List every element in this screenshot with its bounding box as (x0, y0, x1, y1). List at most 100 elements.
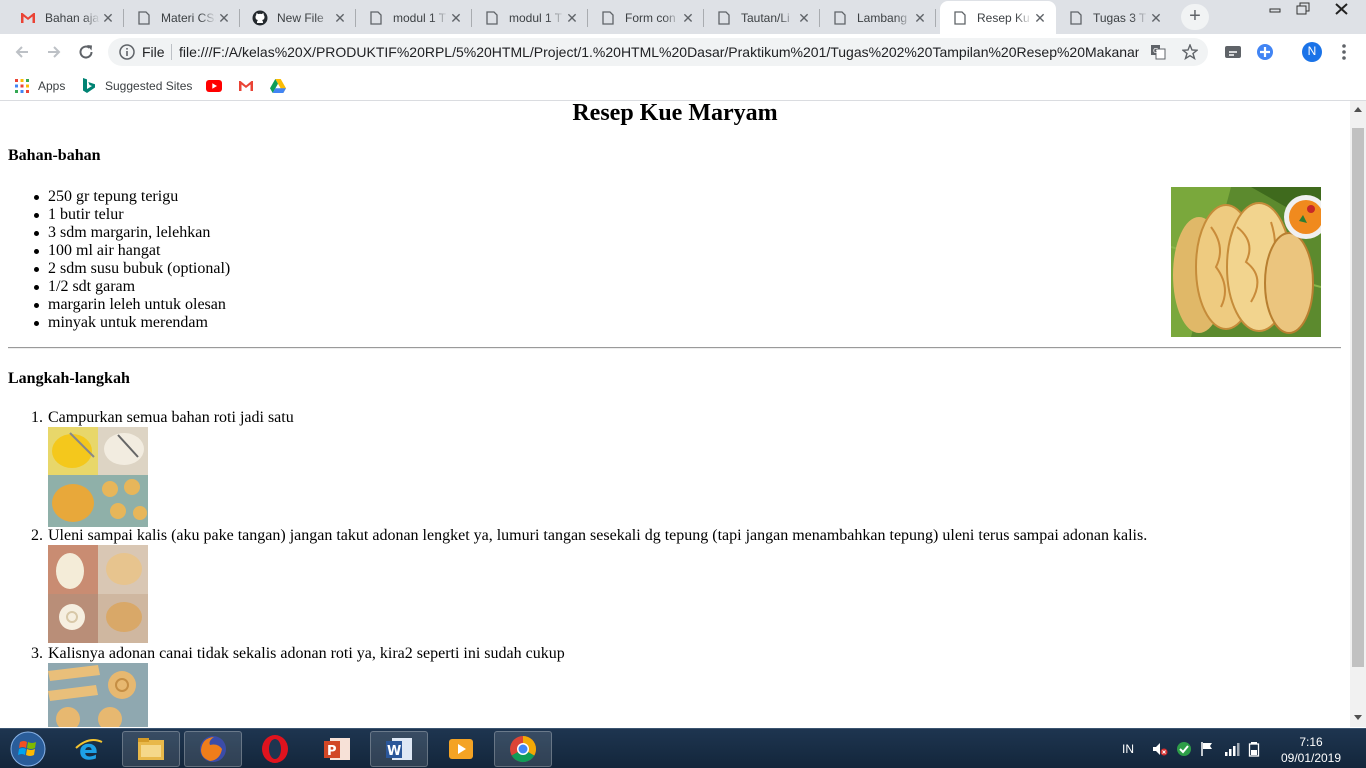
ingredients-list: 250 gr tepung terigu 1 butir telur 3 sdm… (33, 188, 231, 332)
internet-explorer-icon[interactable]: e (60, 731, 118, 767)
volume-muted-icon[interactable] (1152, 739, 1168, 759)
tab-title: Tautan/Li (741, 10, 790, 25)
tab-title: Form con (625, 10, 676, 25)
powerpoint-icon[interactable]: P (308, 731, 366, 767)
security-shield-icon[interactable] (1176, 739, 1192, 759)
page-title: Resep Kue Maryam (572, 101, 778, 126)
scroll-up-arrow-icon[interactable] (1354, 107, 1362, 112)
divider (8, 347, 1341, 349)
maximize-button[interactable] (1289, 0, 1318, 18)
tab-title: Materi CSS (161, 10, 216, 25)
forward-button[interactable] (40, 38, 68, 66)
close-tab-icon[interactable]: ✕ (564, 10, 580, 26)
ingredients-heading: Bahan-bahan (8, 147, 101, 164)
list-item: 2 sdm susu bubuk (optional) (33, 260, 231, 277)
windows-start-icon[interactable] (2, 731, 54, 767)
tab-modul-1[interactable]: modul 1 T ✕ (356, 1, 472, 34)
close-tab-icon[interactable]: ✕ (1148, 10, 1164, 26)
close-window-button[interactable] (1317, 0, 1366, 18)
svg-text:G: G (1153, 47, 1158, 55)
menu-icon[interactable] (1333, 41, 1355, 63)
reload-button[interactable] (72, 38, 100, 66)
tab-new-file[interactable]: New File ✕ (240, 1, 356, 34)
close-tab-icon[interactable]: ✕ (216, 10, 232, 26)
tab-lambang[interactable]: Lambang ✕ (820, 1, 936, 34)
clock-date: 09/01/2019 (1280, 751, 1342, 765)
scroll-thumb[interactable] (1352, 128, 1364, 667)
page-icon (832, 10, 848, 26)
bookmark-label: Suggested Sites (105, 79, 193, 93)
page-icon (600, 10, 616, 26)
page-icon (1068, 10, 1084, 26)
bookmark-gmail[interactable] (238, 76, 262, 96)
step-item: 3. Kalisnya adonan canai tidak sekalis a… (31, 645, 565, 663)
bookmark-youtube[interactable] (206, 76, 230, 96)
bookmarks-bar: Apps Suggested Sites (0, 71, 1366, 101)
file-explorer-icon[interactable] (122, 731, 180, 767)
opera-icon[interactable] (246, 731, 304, 767)
cast-icon[interactable] (1222, 41, 1244, 63)
extension-icon[interactable] (1254, 41, 1276, 63)
tab-materi-css[interactable]: Materi CSS ✕ (124, 1, 240, 34)
scroll-down-arrow-icon[interactable] (1354, 715, 1362, 720)
profile-avatar[interactable]: N (1301, 41, 1323, 63)
close-tab-icon[interactable]: ✕ (680, 10, 696, 26)
chrome-icon[interactable] (494, 731, 552, 767)
new-tab-button[interactable]: + (1181, 4, 1209, 30)
bookmark-suggested-sites[interactable]: Suggested Sites (81, 76, 192, 96)
page-icon (484, 10, 500, 26)
list-item: margarin leleh untuk olesan (33, 296, 230, 314)
system-clock[interactable]: 7:16 09/01/2019 (1276, 734, 1346, 766)
bookmark-star-icon[interactable] (1181, 43, 1199, 61)
firefox-icon[interactable] (184, 731, 242, 767)
close-tab-icon[interactable]: ✕ (100, 10, 116, 26)
browser-toolbar: File file:///F:/A/kelas%20X/PRODUKTIF%20… (0, 34, 1366, 71)
page-scrollbar[interactable] (1350, 101, 1366, 727)
scheme-label: File (142, 44, 165, 60)
step-number: 1. (31, 409, 43, 426)
tab-title: New File (277, 10, 324, 25)
minimize-button[interactable] (1261, 0, 1290, 18)
info-icon[interactable] (119, 44, 135, 60)
language-indicator[interactable]: IN (1122, 739, 1134, 759)
media-player-icon[interactable] (432, 731, 490, 767)
apps-grid-icon (14, 78, 30, 94)
close-tab-icon[interactable]: ✕ (912, 10, 928, 26)
tab-modul-1-b[interactable]: modul 1 T ✕ (472, 1, 588, 34)
tab-title: Resep Ku (977, 10, 1030, 25)
network-signal-icon[interactable] (1224, 739, 1240, 759)
address-bar[interactable]: File file:///F:/A/kelas%20X/PRODUKTIF%20… (108, 38, 1208, 66)
bookmark-apps[interactable]: Apps (14, 76, 65, 96)
bookmark-google-drive[interactable] (270, 76, 294, 96)
tab-title: modul 1 T (509, 10, 563, 25)
github-icon (252, 10, 268, 26)
tab-title: Lambang (857, 10, 908, 25)
step-3-photo (48, 663, 148, 727)
tab-form-con[interactable]: Form con ✕ (588, 1, 704, 34)
battery-icon[interactable] (1248, 739, 1260, 759)
action-center-flag-icon[interactable] (1200, 739, 1214, 759)
step-item: 1. Campurkan semua bahan roti jadi satu (31, 409, 294, 427)
translate-icon[interactable]: G (1150, 44, 1166, 60)
windows-taskbar: e P W IN 7:16 09/01/2019 (0, 728, 1366, 768)
list-item: minyak untuk merendam (33, 314, 230, 332)
google-drive-icon (270, 78, 286, 94)
tab-tugas-3[interactable]: Tugas 3 T ✕ (1056, 1, 1172, 34)
url-text[interactable]: file:///F:/A/kelas%20X/PRODUKTIF%20RPL/5… (179, 44, 1139, 60)
step-text: Uleni sampai kalis (aku pake tangan) jan… (48, 527, 1148, 544)
tab-resep-kue[interactable]: Resep Ku ✕ (940, 1, 1056, 34)
tab-tautan[interactable]: Tautan/Li ✕ (704, 1, 820, 34)
list-item: 250 gr tepung terigu (33, 188, 230, 206)
step-text: Campurkan semua bahan roti jadi satu (48, 409, 294, 426)
close-tab-icon[interactable]: ✕ (448, 10, 464, 26)
svg-text:P: P (327, 744, 337, 759)
list-item: 1 butir telur (33, 206, 230, 224)
page-icon (952, 10, 968, 26)
back-button[interactable] (8, 38, 36, 66)
word-icon[interactable]: W (370, 731, 428, 767)
tab-bahan-ajar[interactable]: Bahan ajar ✕ (8, 1, 124, 34)
close-tab-icon[interactable]: ✕ (796, 10, 812, 26)
close-tab-icon[interactable]: ✕ (332, 10, 348, 26)
close-tab-icon[interactable]: ✕ (1032, 10, 1048, 26)
svg-text:W: W (387, 744, 401, 759)
